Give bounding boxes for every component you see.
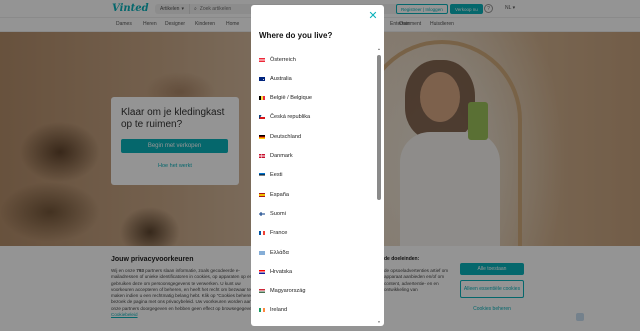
flag-hr-icon: [259, 269, 265, 274]
country-option[interactable]: Suomi: [259, 204, 286, 223]
country-label: España: [270, 191, 289, 198]
country-list: Österreich Australia België / Belgique Česk…: [251, 45, 378, 325]
scroll-up-icon[interactable]: ▲: [377, 47, 381, 51]
country-select-modal: ✕ Where do you live? Österreich Australia…: [251, 5, 384, 326]
flag-es-icon: [259, 192, 265, 197]
country-option[interactable]: Deutschland: [259, 127, 301, 146]
flag-gr-icon: [259, 250, 265, 255]
flag-at-icon: [259, 57, 265, 62]
country-option[interactable]: España: [259, 185, 289, 204]
country-option[interactable]: Magyarország: [259, 282, 305, 301]
country-option[interactable]: Česká republika: [259, 108, 310, 127]
flag-au-icon: [259, 76, 265, 81]
country-option[interactable]: Hrvatska: [259, 262, 292, 281]
flag-dk-icon: [259, 154, 265, 158]
flag-fi-icon: [259, 211, 265, 216]
country-label: Ireland: [270, 307, 288, 314]
country-label: Eesti: [270, 172, 283, 179]
country-option[interactable]: Eesti: [259, 166, 282, 185]
flag-ie-icon: [259, 308, 265, 313]
flag-ee-icon: [259, 173, 265, 178]
flag-fr-icon: [259, 231, 265, 236]
country-label: Österreich: [270, 56, 296, 63]
scrollbar[interactable]: ▲ ▼: [377, 47, 381, 324]
country-label: Hrvatska: [270, 268, 293, 275]
country-option[interactable]: Australia: [259, 69, 292, 88]
flag-be-icon: [259, 96, 265, 101]
country-label: Suomi: [270, 210, 286, 217]
country-option[interactable]: France: [259, 224, 287, 243]
flag-hu-icon: [259, 289, 265, 294]
country-option[interactable]: Österreich: [259, 50, 296, 69]
country-label: Deutschland: [270, 133, 302, 140]
scroll-down-icon[interactable]: ▼: [377, 320, 381, 324]
flag-de-icon: [259, 134, 265, 139]
flag-cz-icon: [259, 115, 265, 120]
close-icon[interactable]: ✕: [367, 10, 379, 22]
country-option[interactable]: Ireland: [259, 301, 287, 320]
scrollbar-thumb[interactable]: [377, 55, 381, 200]
country-label: België / Belgique: [270, 95, 312, 102]
country-option[interactable]: Ελλάδα: [259, 243, 289, 262]
country-option[interactable]: Danmark: [259, 147, 293, 166]
country-label: Danmark: [270, 153, 293, 159]
country-label: Česká republika: [270, 114, 311, 121]
country-label: Magyarország: [270, 288, 306, 295]
country-option[interactable]: België / Belgique: [259, 89, 312, 108]
modal-title: Where do you live?: [259, 31, 333, 40]
country-label: Ελλάδα: [270, 249, 289, 256]
country-label: France: [270, 230, 288, 237]
country-label: Australia: [270, 75, 292, 82]
